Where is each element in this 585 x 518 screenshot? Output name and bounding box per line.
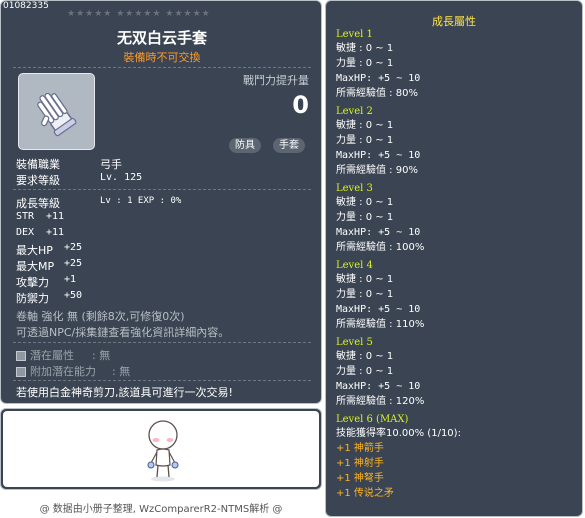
growth-level-row: 成長等級 Lv : 1 EXP : 0% [16,195,181,211]
level-heading: Level 3 [336,183,373,194]
stat-label: DEX [16,227,35,238]
growth-level-value: Lv : 1 EXP : 0% [100,196,182,206]
level-stat-line: 敏捷 : 0 ~ 1 [336,274,394,285]
skill-bonus-line: +1 神弩手 [336,473,384,484]
required-level-label: 要求等級 [16,174,60,187]
stat-label: 最大MP [16,260,55,273]
footer-credit: @ 数据由小册子整理, WzComparerR2-NTMS解析 @ [39,504,283,515]
growth-stats-panel: 成長屬性 Level 1 敏捷 : 0 ~ 1 力量 : 0 ~ 1 MaxHP… [325,0,583,517]
additional-potential-row: 附加潛在能力 : 無 [16,363,130,379]
stat-row: 最大HP +25 [16,242,82,258]
additional-potential-value: : 無 [112,365,131,378]
stat-row: 最大MP +25 [16,258,82,274]
enhance-hint: 可透過NPC/採集鏈查看強化資訊詳細內容。 [16,326,230,339]
level-stat-line: MaxHP: +5 ~ 10 [336,304,421,315]
enhance-info: 卷軸 強化 無 (剩餘8次,可修復0次) [16,310,185,323]
job-value: 弓手 [100,158,122,171]
level-stat-line: 敏捷 : 0 ~ 1 [336,197,394,208]
stat-value: +50 [64,290,83,301]
item-code: 01082335 [3,1,49,11]
item-name: 无双白云手套 [116,29,207,47]
stat-label: 最大HP [16,244,53,257]
level-heading: Level 1 [336,29,373,40]
skill-bonus-line: +1 神箭手 [336,443,384,454]
potential-label: 潛在屬性 [30,349,74,362]
growth-panel-title: 成長屬性 [432,15,476,28]
stat-value: +11 [46,227,65,238]
category-tag-armor: 防具 [229,138,261,153]
level-stat-line: 力量 : 0 ~ 1 [336,212,394,223]
combat-power-label: 戰鬥力提升量 [243,74,309,87]
required-level-value: Lv. 125 [100,172,143,183]
skill-bonus-line: +1 传说之矛 [336,488,394,499]
divider [13,189,311,190]
level-stat-line: 力量 : 0 ~ 1 [336,366,394,377]
level-stat-line: 力量 : 0 ~ 1 [336,135,394,146]
level-stat-line: 敏捷 : 0 ~ 1 [336,120,394,131]
stat-value: +25 [64,242,83,253]
level-heading-max: Level 6 (MAX) [336,414,409,425]
growth-level-label: 成長等級 [16,197,60,210]
stat-row: DEX +11 [16,227,64,238]
stat-row: 攻擊力 +1 [16,274,76,290]
trade-restriction-note: 裝備時不可交換 [123,51,201,64]
white-glove-icon [37,92,77,137]
stat-label: 防禦力 [16,292,49,305]
level-stat-line: MaxHP: +5 ~ 10 [336,227,421,238]
level-exp-line: 所需經驗值 : 100% [336,242,425,253]
divider [13,67,311,68]
level-exp-line: 所需經驗值 : 120% [336,396,425,407]
divider [13,342,311,343]
stat-value: +11 [46,211,65,222]
divider [13,380,311,381]
additional-potential-label: 附加潛在能力 [30,365,96,378]
potential-row: 潛在屬性 : 無 [16,347,110,363]
stat-value: +1 [64,274,77,285]
scissors-trade-note: 若使用白金神奇剪刀,該道具可進行一次交易! [16,386,233,399]
star-force-stars: ★★★★★ ★★★★★ ★★★★★ [67,9,211,19]
stat-label: 攻擊力 [16,276,49,289]
level-stat-line: 力量 : 0 ~ 1 [336,58,394,69]
character-preview-panel [0,408,322,490]
level-stat-line: 敏捷 : 0 ~ 1 [336,43,394,54]
character-preview-canvas [3,411,319,487]
item-tooltip-panel: 01082335 ★★★★★ ★★★★★ ★★★★★ 无双白云手套 裝備時不可交… [0,0,322,404]
level-exp-line: 所需經驗值 : 80% [336,88,418,99]
stat-value: +25 [64,258,83,269]
potential-icon [16,351,26,361]
level-stat-line: 敏捷 : 0 ~ 1 [336,351,394,362]
required-level-row: 要求等級 Lv. 125 [16,172,142,188]
level-exp-line: 所需經驗值 : 110% [336,319,425,330]
character-avatar-icon [147,420,179,482]
job-row: 裝備職業 弓手 [16,156,122,172]
level-stat-line: MaxHP: +5 ~ 10 [336,150,421,161]
item-icon-frame [18,73,95,150]
combat-power-value: 0 [292,91,309,119]
stat-row: STR +11 [16,211,64,222]
additional-potential-icon [16,367,26,377]
skill-rate-line: 技能獲得率10.00% (1/10): [336,428,461,439]
stat-label: STR [16,211,35,222]
job-label: 裝備職業 [16,158,60,171]
level-stat-line: MaxHP: +5 ~ 10 [336,381,421,392]
level-heading: Level 4 [336,260,373,271]
level-exp-line: 所需經驗值 : 90% [336,165,418,176]
level-heading: Level 5 [336,337,373,348]
skill-bonus-line: +1 神射手 [336,458,384,469]
level-stat-line: 力量 : 0 ~ 1 [336,289,394,300]
potential-value: : 無 [92,349,111,362]
level-stat-line: MaxHP: +5 ~ 10 [336,73,421,84]
category-tag-glove: 手套 [273,138,305,153]
level-heading: Level 2 [336,106,373,117]
stat-row: 防禦力 +50 [16,290,82,306]
